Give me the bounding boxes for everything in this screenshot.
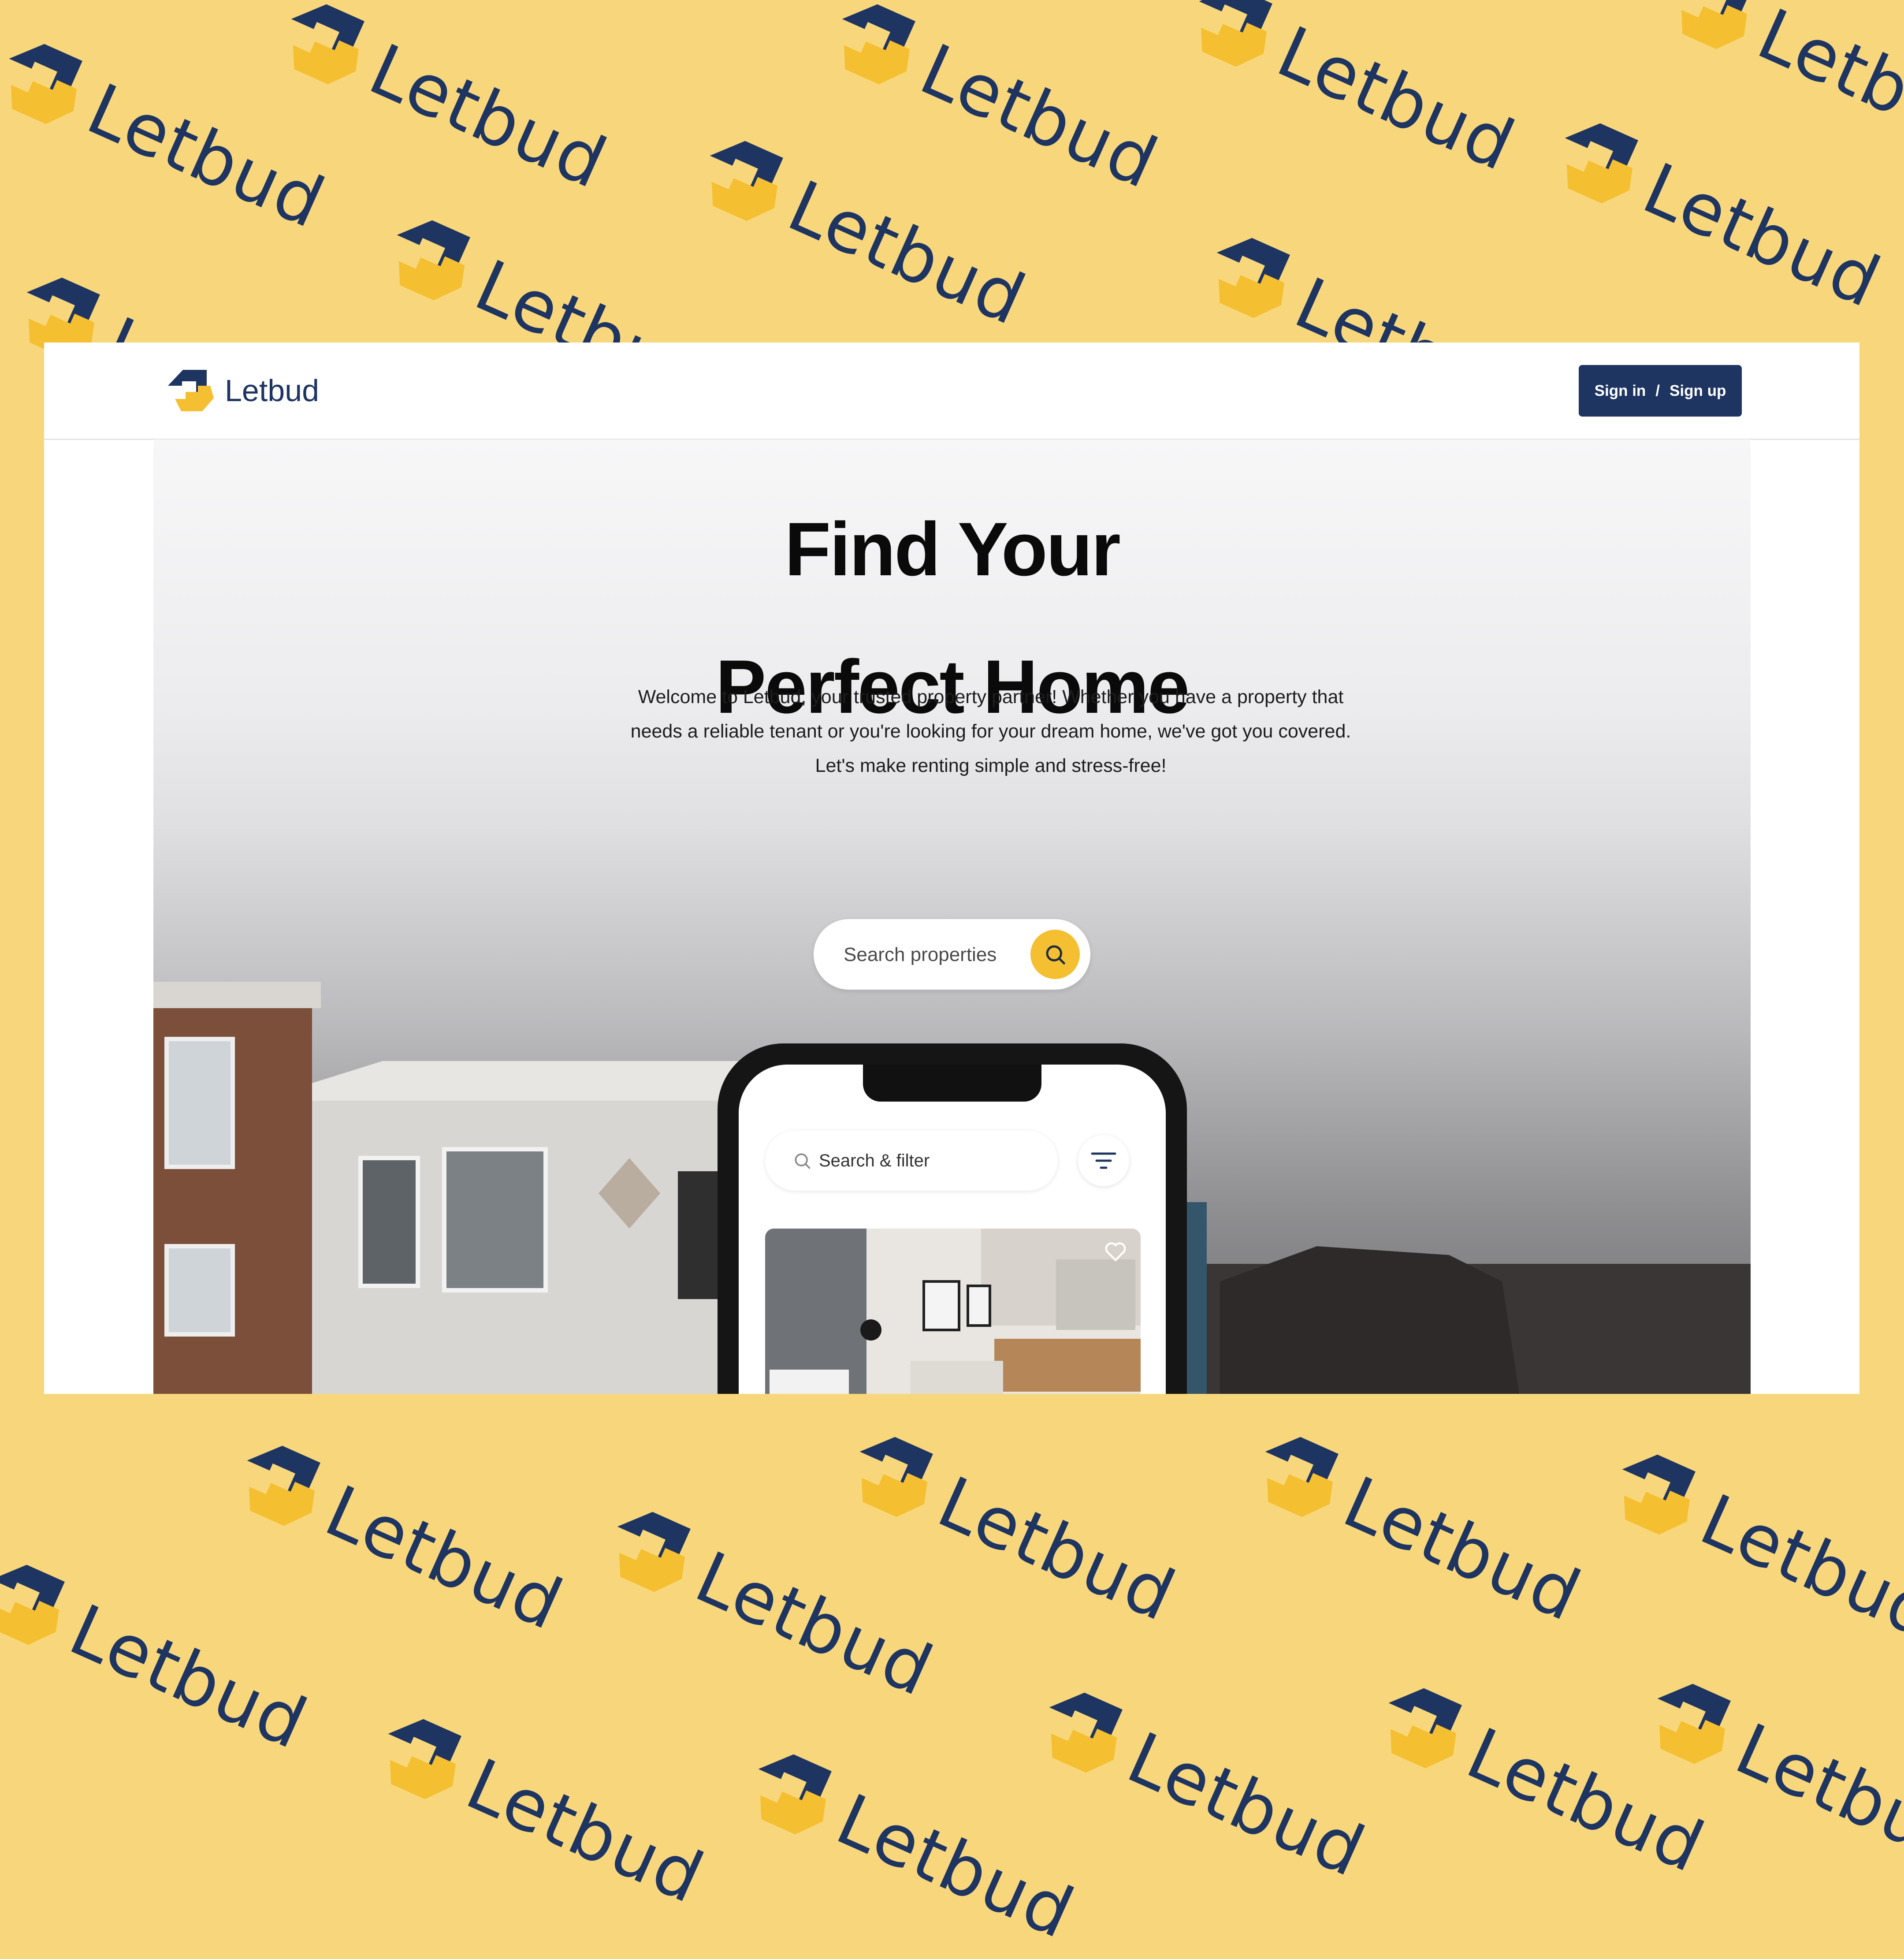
website-screenshot: Letbud Sign in / Sign up Find Your Perfe… <box>44 343 1859 1394</box>
pattern-tile: Letbud <box>1537 101 1894 328</box>
sign-up-label: Sign up <box>1670 382 1726 399</box>
pattern-word: Letbud <box>358 28 619 205</box>
filter-icon <box>1091 1152 1116 1169</box>
pattern-word: Letbud <box>58 1588 319 1765</box>
pattern-word: Letbud <box>1689 1478 1904 1655</box>
pattern-word: Letbud <box>1266 10 1527 187</box>
pattern-tile: Letbud <box>1021 1670 1379 1897</box>
pattern-word: Letbud <box>825 1778 1086 1955</box>
pattern-tile: Letbud <box>682 119 1039 346</box>
pattern-tile: Letbud <box>0 1542 321 1769</box>
phone-search-label: Search & filter <box>819 1151 930 1170</box>
phone-search-filter-bar[interactable]: Search & filter <box>765 1131 1058 1191</box>
sign-in-sign-up-button[interactable]: Sign in / Sign up <box>1579 365 1742 417</box>
pattern-word: Letbud <box>76 67 337 244</box>
heart-icon[interactable] <box>1104 1241 1127 1262</box>
pattern-word: Letbud <box>1746 0 1904 169</box>
pattern-tile: Letbud <box>360 1697 718 1924</box>
phone-screen: Search & filter <box>739 1065 1166 1394</box>
pattern-tile: Letbud <box>1651 0 1904 174</box>
apartment-photo <box>765 1229 1141 1394</box>
hero-title-line-1: Find Your <box>785 507 1121 592</box>
pattern-word: Letbud <box>777 164 1038 341</box>
sign-in-label: Sign in <box>1594 382 1646 399</box>
pattern-tile: Letbud <box>1594 1432 1904 1659</box>
pattern-word: Letbud <box>926 1460 1187 1637</box>
top-navbar: Letbud Sign in / Sign up <box>44 343 1859 440</box>
pattern-tile: Letbud <box>1171 0 1528 191</box>
phone-mockup: Search & filter <box>718 1043 1187 1394</box>
search-button[interactable] <box>1030 930 1080 979</box>
pattern-word: Letbud <box>1724 1707 1904 1884</box>
site-logo[interactable]: Letbud <box>162 366 319 415</box>
pattern-tile: Letbud <box>730 1732 1088 1959</box>
pattern-word: Letbud <box>1332 1460 1593 1637</box>
pattern-word: Letbud <box>909 28 1170 205</box>
hero-section: Find Your Perfect Home Welcome to Letbud… <box>153 439 1751 1394</box>
filter-button[interactable] <box>1078 1135 1129 1186</box>
pattern-tile: Letbud <box>814 0 1171 209</box>
property-card-image[interactable] <box>765 1229 1141 1394</box>
phone-notch <box>863 1065 1041 1102</box>
auth-separator: / <box>1655 382 1660 399</box>
pattern-tile: Letbud <box>1237 1415 1595 1642</box>
search-properties-input[interactable] <box>843 939 1021 971</box>
pattern-word: Letbud <box>1632 147 1893 324</box>
pattern-word: Letbud <box>455 1743 716 1919</box>
pattern-tile: Letbud <box>219 1423 576 1650</box>
pattern-word: Letbud <box>1116 1716 1377 1893</box>
pattern-word: Letbud <box>314 1469 575 1646</box>
property-search-bar <box>814 919 1090 990</box>
search-icon <box>1046 945 1065 965</box>
brand-name: Letbud <box>225 373 320 408</box>
search-icon <box>795 1153 811 1169</box>
pattern-word: Letbud <box>684 1535 945 1712</box>
hero-description: Welcome to Letbud, your trusted property… <box>630 686 1351 776</box>
letbud-logo-icon <box>162 366 219 415</box>
